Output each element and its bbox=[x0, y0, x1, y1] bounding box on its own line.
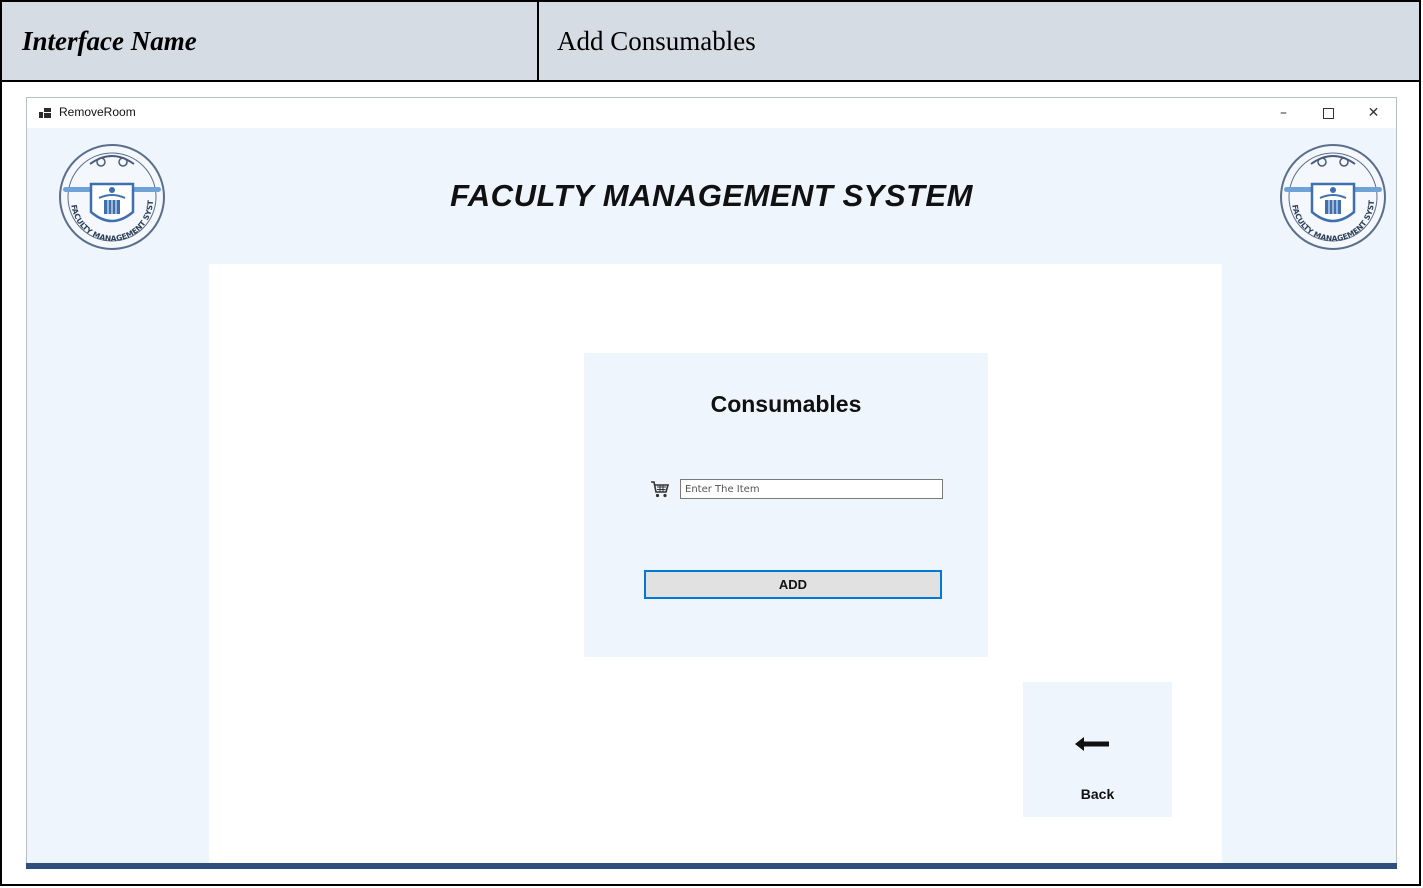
back-label: Back bbox=[1080, 786, 1115, 802]
maximize-icon bbox=[1323, 107, 1334, 119]
shopping-cart-icon bbox=[651, 481, 670, 498]
minimize-button[interactable]: – bbox=[1261, 98, 1306, 128]
close-button[interactable]: ✕ bbox=[1351, 98, 1396, 128]
minimize-icon: – bbox=[1280, 105, 1287, 121]
close-icon: ✕ bbox=[1367, 105, 1380, 121]
app-window: RemoveRoom – ✕ FACULTY MANAGEMENT SYSTE bbox=[26, 97, 1397, 869]
window-titlebar[interactable]: RemoveRoom – ✕ bbox=[27, 98, 1396, 128]
maximize-button[interactable] bbox=[1306, 98, 1351, 128]
card-title: Consumables bbox=[710, 391, 862, 417]
item-input[interactable] bbox=[680, 479, 943, 499]
add-button[interactable]: ADD bbox=[644, 570, 942, 599]
interface-name-value: Add Consumables bbox=[557, 25, 756, 56]
faculty-logo-right: FACULTY MANAGEMENT SYSTEM bbox=[1278, 142, 1386, 250]
interface-name-label: Interface Name bbox=[2, 2, 539, 80]
consumables-card: Consumables ADD bbox=[584, 353, 988, 657]
header-banner: FACULTY MANAGEMENT SYSTEM FACULTY MANAGE… bbox=[27, 128, 1396, 262]
document-header-row: Interface Name Add Consumables bbox=[2, 2, 1419, 82]
window-controls: – ✕ bbox=[1261, 98, 1396, 128]
taskbar-strip bbox=[26, 863, 1397, 869]
svg-text:FACULTY MANAGEMENT SYSTEM: FACULTY MANAGEMENT SYSTEM bbox=[57, 142, 167, 144]
left-arrow-icon bbox=[1075, 737, 1109, 751]
system-title: FACULTY MANAGEMENT SYSTEM bbox=[450, 178, 973, 213]
back-button[interactable]: Back bbox=[1023, 682, 1172, 817]
app-window-icon bbox=[39, 108, 51, 118]
window-title: RemoveRoom bbox=[59, 105, 136, 119]
